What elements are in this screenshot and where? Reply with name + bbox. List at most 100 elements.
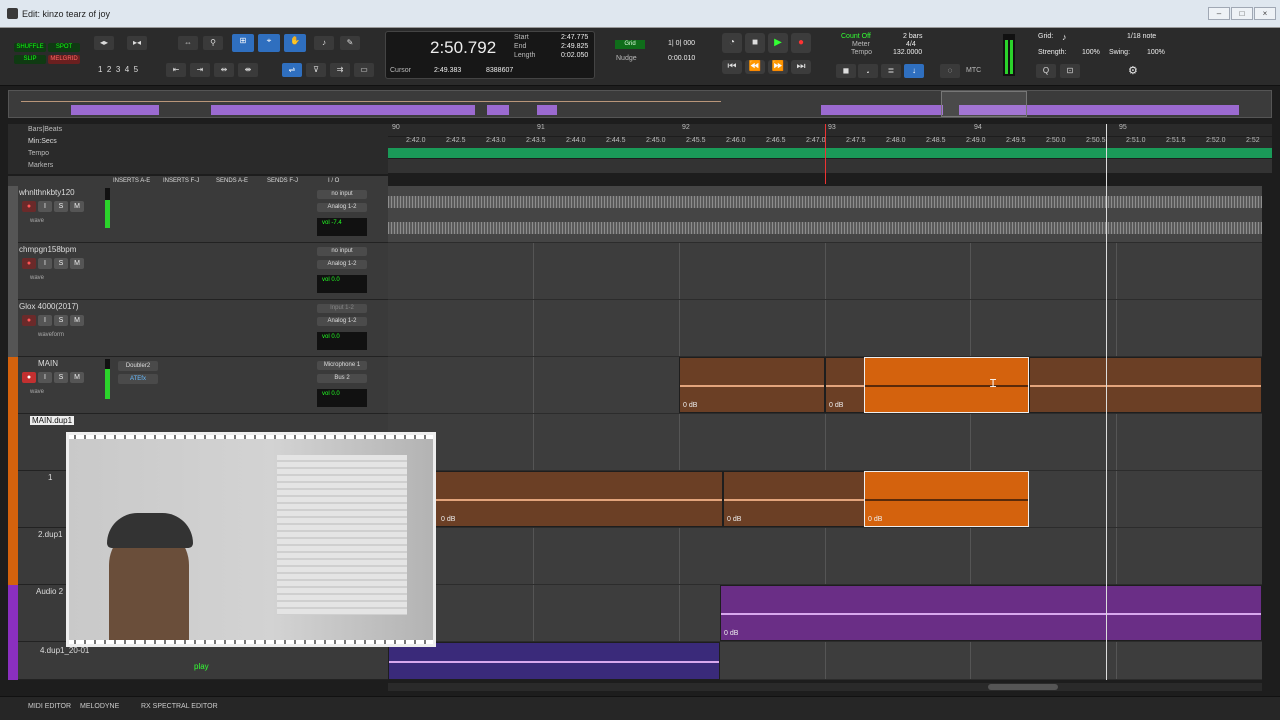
track-name[interactable]: 4.dup1_20-01 [40,646,89,655]
selected-audio-clip[interactable]: 0 dB [864,471,1029,527]
track-lane[interactable] [388,300,1262,357]
audio-clip[interactable]: 0 dB [388,471,723,527]
track-header[interactable]: Glox 4000(2017) ● I S M Input 1-2 Analog 1-… [8,300,388,357]
quantize-settings-icon[interactable]: ⊡ [1060,64,1080,78]
conductor-icon[interactable]: ↓ [904,64,924,78]
rewind-to-start-icon[interactable]: ⏮ [722,60,742,74]
insert-slot[interactable]: ATEfx [118,374,158,384]
join-icon[interactable]: ⇼ [238,63,258,77]
bars-beats-ruler[interactable]: 90 91 92 93 94 95 [388,124,1272,136]
overview-viewport[interactable] [941,91,1027,117]
input-monitor-button[interactable]: I [38,315,52,326]
audio-clip[interactable] [388,642,720,680]
click-icon[interactable]: 𝅘 [858,64,878,78]
main-counter[interactable]: 2:50.792 Start 2:47.775 End 2:49.825 Len… [385,31,595,79]
shuffle-mode-button[interactable]: SHUFFLE [14,43,46,52]
track-view[interactable]: wave [30,389,44,395]
track-header[interactable]: MAIN ● I S M Doubler2 ATEfx Microphone 1 Bu… [8,357,388,414]
loop-record-icon[interactable]: ◼ [836,64,856,78]
start-value[interactable]: 2:47.775 [561,34,588,41]
track-view[interactable]: wave [30,275,44,281]
track-header[interactable]: chmpgn158bpm ● I S M no input Analog 1-2 vo… [8,243,388,300]
meter-value[interactable]: 4/4 [906,41,916,48]
count-off-label[interactable]: Count Off [841,33,871,40]
spot-mode-button[interactable]: SPOT [48,43,80,52]
track-lane[interactable]: 0 dB 0 dB 0 dB [388,471,1262,528]
volume-display[interactable]: vol 0.0 [317,275,367,293]
record-enable-button[interactable]: ● [22,201,36,212]
zoom-preset-5[interactable]: 5 [134,65,138,74]
edit-window[interactable]: 0 dB 0 dB 0 dB 0 dB 0 dB 0 dB [388,186,1262,680]
track-name[interactable]: MAIN.dup1 [30,416,75,425]
solo-button[interactable]: S [54,315,68,326]
link-track-icon[interactable]: ⇌ [282,63,302,77]
volume-display[interactable]: vol 0.0 [317,389,367,407]
separate-icon[interactable]: ⇹ [214,63,234,77]
tab-to-transient-icon[interactable]: ⊽ [306,63,326,77]
zoom-out-icon[interactable]: ◂▸ [94,36,114,50]
rewind-icon[interactable]: ⏪ [745,60,765,74]
strength-value[interactable]: 100% [1082,49,1100,56]
mtc-label[interactable]: MTC [966,67,981,74]
grid-note-value[interactable]: 1/18 note [1127,33,1156,40]
track-lane[interactable] [388,414,1262,471]
insert-slot[interactable]: Doubler2 [118,361,158,371]
clip-gain[interactable]: 0 dB [868,516,882,523]
record-enable-button[interactable]: ● [22,258,36,269]
min-secs-ruler[interactable]: 2:42.0 2:42.5 2:43.0 2:43.5 2:44.0 2:44.5 2:45… [388,137,1272,148]
audio-clip[interactable]: 0 dB [720,585,1262,641]
clip-gain[interactable]: 0 dB [724,630,738,637]
solo-button[interactable]: S [54,258,68,269]
clip-gain[interactable]: 0 dB [441,516,455,523]
close-button[interactable]: × [1254,7,1276,20]
tab-rx-spectral-editor[interactable]: RX SPECTRAL EDITOR [141,703,218,710]
audio-clip[interactable] [1029,357,1262,413]
track-name[interactable]: chmpgn158bpm [19,245,76,254]
track-header[interactable]: 4.dup1_20-01 play [8,642,388,680]
track-name[interactable]: Audio 2 [36,587,63,596]
minimize-button[interactable]: – [1208,7,1230,20]
scrubber-tool-icon[interactable]: ♪ [314,36,334,50]
record-enable-button[interactable]: ● [22,315,36,326]
grid-value[interactable]: 1| 0| 000 [668,40,695,47]
playhead[interactable] [825,124,826,184]
universe-overview[interactable] [8,90,1272,118]
solo-button[interactable]: S [54,201,68,212]
audio-clip[interactable]: 0 dB [679,357,825,413]
fast-forward-icon[interactable]: ⏩ [768,60,788,74]
track-view[interactable]: waveform [38,332,64,338]
input-selector[interactable]: no input [317,190,367,199]
online-icon[interactable]: ◔ [722,33,742,53]
input-monitor-button[interactable]: I [38,258,52,269]
tab-melodyne[interactable]: MELODYNE [80,703,119,710]
selector-tool-icon[interactable]: ⌖ [258,34,280,52]
swing-value[interactable]: 100% [1147,49,1165,56]
tempo-map-icon[interactable]: ≣ [881,64,901,78]
volume-display[interactable]: vol 0.0 [317,332,367,350]
track-lane[interactable]: 0 dB 0 dB [388,357,1262,414]
stop-button[interactable]: ■ [745,33,765,53]
trim-tool-icon[interactable]: ⊞ [232,34,254,52]
horizontal-scrollbar[interactable] [388,683,1262,691]
track-lane[interactable] [388,528,1262,585]
track-lane[interactable] [388,642,1262,680]
end-value[interactable]: 2:49.825 [561,43,588,50]
quantize-icon[interactable]: Q [1036,64,1056,78]
output-selector[interactable]: Analog 1-2 [317,317,367,326]
track-lane[interactable] [388,186,1262,243]
track-header[interactable]: whnlthnkbty120 ● I S M no input Analog 1-2 … [8,186,388,243]
maximize-button[interactable]: □ [1231,7,1253,20]
mute-button[interactable]: M [70,201,84,212]
track-name[interactable]: 2.dup1 [38,530,62,539]
shift-left-icon[interactable]: ⇤ [166,63,186,77]
grabber-tool-icon[interactable]: ✋ [284,34,306,52]
track-lane[interactable]: 0 dB [388,585,1262,642]
mute-button[interactable]: M [70,372,84,383]
tab-midi-editor[interactable]: MIDI EDITOR [28,703,71,710]
track-name[interactable]: MAIN [38,359,58,368]
zoom-preset-1[interactable]: 1 [98,65,102,74]
track-name[interactable]: 1 [48,473,52,482]
length-value[interactable]: 0:02.050 [561,52,588,59]
input-monitor-button[interactable]: I [38,372,52,383]
audio-clip[interactable]: 0 dB [723,471,865,527]
